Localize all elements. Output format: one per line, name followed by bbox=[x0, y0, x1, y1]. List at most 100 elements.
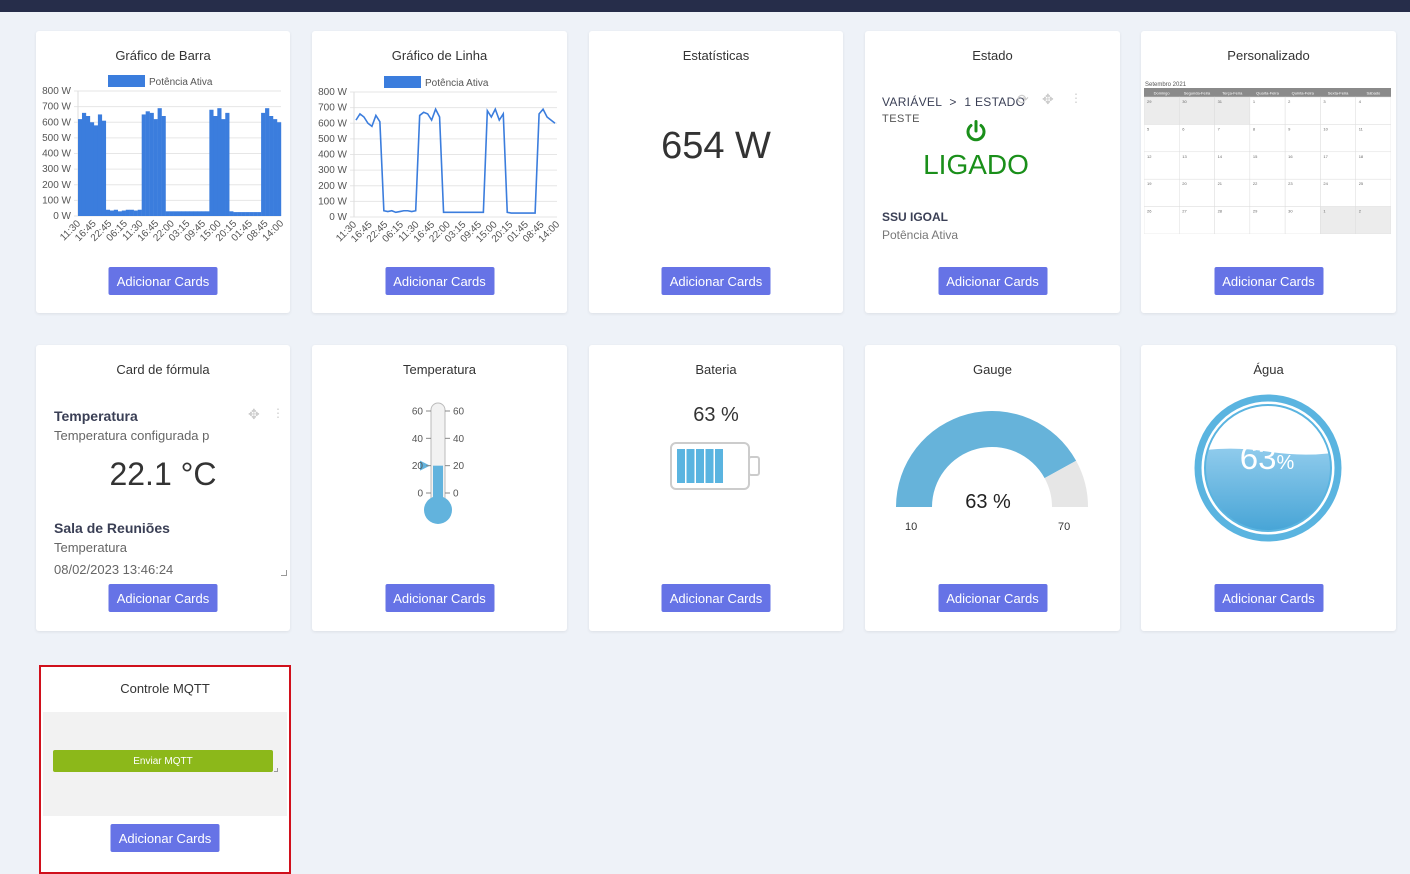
add-cards-button[interactable]: Adicionar Cards bbox=[385, 267, 494, 295]
resize-handle-icon[interactable] bbox=[274, 768, 278, 772]
calendar-day-cell[interactable] bbox=[1284, 124, 1321, 153]
bar bbox=[205, 211, 210, 216]
bar bbox=[261, 112, 266, 216]
bar bbox=[253, 212, 258, 216]
calendar-day-cell[interactable] bbox=[1355, 206, 1391, 234]
y-tick-label: 800 W bbox=[318, 87, 347, 98]
measure-name: Temperatura bbox=[54, 540, 127, 555]
calendar-day-cell[interactable] bbox=[1320, 206, 1356, 234]
refresh-icon[interactable]: ⟳ bbox=[1017, 91, 1029, 108]
weekday-label: Sábado bbox=[1366, 91, 1381, 96]
bar bbox=[141, 114, 146, 216]
send-mqtt-button[interactable]: Enviar MQTT bbox=[53, 750, 273, 772]
bar bbox=[78, 119, 83, 216]
calendar-day-number: 29 bbox=[1253, 209, 1258, 214]
bar bbox=[101, 120, 107, 216]
calendar-day-cell[interactable] bbox=[1249, 96, 1286, 125]
calendar-day-number: 12 bbox=[1147, 154, 1152, 159]
line-chart-card: Gráfico de Linha Potência Ativa 800 W 700 … bbox=[312, 31, 567, 313]
add-cards-button[interactable]: Adicionar Cards bbox=[108, 267, 218, 295]
tick-label-right: 40 bbox=[453, 434, 465, 445]
bar bbox=[277, 122, 282, 216]
y-tick-label: 800 W bbox=[42, 86, 71, 97]
move-icon[interactable]: ✥ bbox=[1042, 91, 1054, 108]
bar bbox=[229, 211, 234, 216]
add-cards-button[interactable]: Adicionar Cards bbox=[938, 584, 1047, 612]
add-cards-button[interactable]: Adicionar Cards bbox=[108, 584, 218, 612]
state-value: LIGADO bbox=[923, 149, 1029, 180]
formula-description: Temperatura configurada p bbox=[54, 428, 210, 443]
calendar-day-number: 17 bbox=[1323, 154, 1328, 159]
water-card: Água 63% Adicionar Cards bbox=[1141, 345, 1396, 631]
move-icon[interactable]: ✥ bbox=[248, 406, 260, 423]
battery-segment bbox=[715, 449, 723, 483]
series-line bbox=[355, 107, 556, 214]
water-value: 63% bbox=[1141, 439, 1393, 477]
resize-handle-icon[interactable] bbox=[281, 570, 287, 576]
calendar-day-cell[interactable] bbox=[1284, 96, 1321, 125]
battery-card: Bateria 63 % Adicionar Cards bbox=[589, 345, 843, 631]
calendar-day-number: 14 bbox=[1218, 154, 1223, 159]
bar bbox=[149, 112, 154, 216]
card-title: Gráfico de Barra bbox=[115, 48, 211, 63]
more-options-icon[interactable]: ⋮ bbox=[272, 406, 284, 420]
statistics-value: 654 W bbox=[661, 125, 771, 167]
add-cards-button[interactable]: Adicionar Cards bbox=[385, 584, 494, 612]
statistics-card: Estatísticas 654 W Adicionar Cards bbox=[589, 31, 843, 313]
y-tick-label: 600 W bbox=[318, 118, 347, 129]
add-cards-button[interactable]: Adicionar Cards bbox=[661, 267, 771, 295]
calendar-day-number: 18 bbox=[1359, 154, 1364, 159]
mqtt-control-card: Controle MQTT Enviar MQTT Adicionar Card… bbox=[39, 665, 291, 874]
weekday-label: Segunda-Feira bbox=[1184, 91, 1211, 96]
card-title: Card de fórmula bbox=[116, 362, 210, 377]
calendar-day-number: 25 bbox=[1359, 181, 1364, 186]
timestamp: 08/02/2023 13:46:24 bbox=[54, 562, 174, 577]
y-tick-label: 100 W bbox=[42, 195, 71, 206]
bar bbox=[157, 108, 162, 216]
legend-swatch bbox=[384, 76, 421, 88]
calendar: Domingo Segunda-Feira Terça-Feira Quarta-Fe… bbox=[1144, 88, 1391, 234]
calendar-day-number: 27 bbox=[1182, 209, 1187, 214]
add-cards-button[interactable]: Adicionar Cards bbox=[110, 824, 220, 852]
card-title: Gauge bbox=[972, 362, 1013, 377]
calendar-day-number: 24 bbox=[1323, 181, 1328, 186]
gauge-min: 10 bbox=[905, 521, 918, 533]
card-title: Água bbox=[1253, 362, 1284, 377]
add-cards-button[interactable]: Adicionar Cards bbox=[1214, 267, 1323, 295]
bar bbox=[85, 116, 91, 216]
bar bbox=[165, 211, 170, 216]
calendar-day-cell[interactable] bbox=[1179, 124, 1215, 153]
custom-card: Personalizado Setembro 2021 Domingo Segun… bbox=[1141, 31, 1396, 313]
calendar-day-cell[interactable] bbox=[1144, 124, 1180, 153]
weekday-label: Domingo bbox=[1154, 91, 1171, 96]
card-title: Controle MQTT bbox=[120, 681, 210, 696]
battery-segment bbox=[686, 449, 695, 483]
calendar-day-cell[interactable] bbox=[1320, 96, 1356, 125]
legend-label: Potência Ativa bbox=[425, 78, 489, 89]
line-chart: Potência Ativa 800 W 700 W 600 W 500 W 400 W 3… bbox=[318, 76, 562, 245]
y-tick-label: 400 W bbox=[42, 149, 71, 160]
calendar-day-number: 16 bbox=[1288, 154, 1293, 159]
calendar-day-number: 23 bbox=[1288, 181, 1293, 186]
bar bbox=[81, 112, 87, 216]
more-options-icon[interactable]: ⋮ bbox=[1070, 91, 1082, 105]
y-tick-label: 0 W bbox=[329, 212, 347, 223]
add-cards-button[interactable]: Adicionar Cards bbox=[661, 584, 771, 612]
calendar-day-number: 30 bbox=[1182, 99, 1187, 104]
calendar-day-cell[interactable] bbox=[1355, 96, 1391, 125]
top-navigation-bar bbox=[0, 0, 1410, 12]
calendar-day-number: 10 bbox=[1323, 126, 1328, 131]
calendar-day-cell[interactable] bbox=[1214, 124, 1251, 153]
bar bbox=[249, 212, 254, 216]
calendar-day-cell[interactable] bbox=[1249, 124, 1286, 153]
mqtt-widget-area: Enviar MQTT bbox=[43, 712, 287, 816]
tick-label-left: 60 bbox=[412, 407, 424, 418]
bar bbox=[177, 211, 182, 216]
tick-label-left: 40 bbox=[412, 434, 424, 445]
state-tag: TESTE bbox=[882, 113, 920, 125]
variable-label: VARIÁVEL bbox=[882, 95, 942, 109]
add-cards-button[interactable]: Adicionar Cards bbox=[1214, 584, 1323, 612]
add-cards-button[interactable]: Adicionar Cards bbox=[938, 267, 1047, 295]
weekday-label: Quinta-Feira bbox=[1292, 91, 1315, 96]
temperature-card: Temperatura 60 60 40 40 20 20 0 0 Adicionar Car… bbox=[312, 345, 567, 631]
